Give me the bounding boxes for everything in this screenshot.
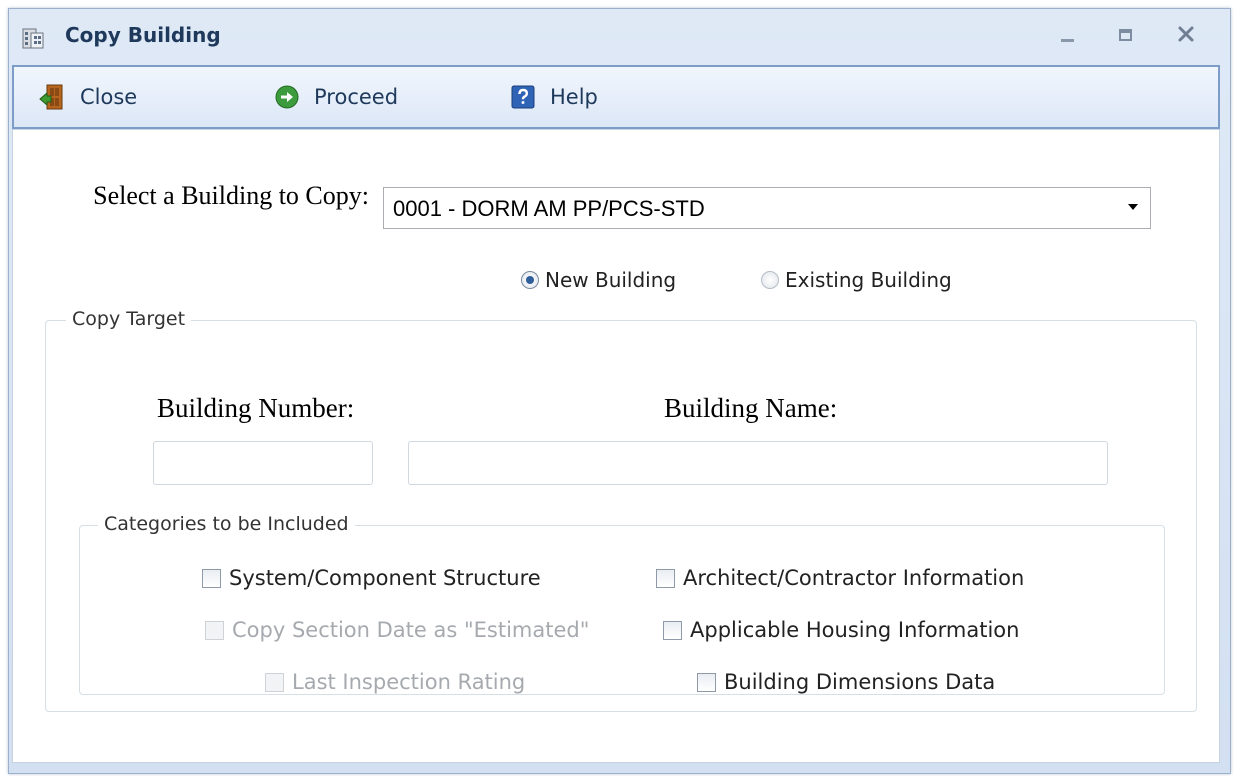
checkbox-copy-section-date-estimated: Copy Section Date as "Estimated"	[205, 616, 589, 644]
close-window-button[interactable]	[1171, 21, 1201, 49]
close-button-label: Close	[80, 85, 138, 109]
dropdown-arrow-icon	[1128, 204, 1138, 210]
toolbar: Close Proceed Help	[12, 65, 1220, 129]
radio-new-building-label: New Building	[545, 268, 677, 292]
close-icon	[1178, 26, 1194, 42]
radio-new-building[interactable]: New Building	[521, 266, 676, 294]
exit-door-icon	[39, 84, 63, 110]
checkbox-label: System/Component Structure	[229, 566, 541, 590]
minimize-icon	[1061, 39, 1074, 42]
checkbox-label: Applicable Housing Information	[690, 618, 1020, 642]
proceed-button-label: Proceed	[314, 85, 399, 109]
window-title: Copy Building	[65, 23, 221, 47]
help-button-label: Help	[550, 85, 598, 109]
building-number-input[interactable]	[153, 441, 373, 485]
checkbox-applicable-housing-information[interactable]: Applicable Housing Information	[663, 616, 1019, 644]
checkbox-label: Last Inspection Rating	[292, 670, 526, 694]
checkbox-last-inspection-rating: Last Inspection Rating	[265, 668, 525, 696]
help-button[interactable]: Help	[510, 67, 598, 127]
checkbox-label: Architect/Contractor Information	[683, 566, 1025, 590]
help-icon	[511, 85, 535, 109]
checkbox-building-dimensions-data[interactable]: Building Dimensions Data	[697, 668, 995, 696]
copy-target-group: Copy Target Building Number: Building Na…	[45, 308, 1197, 712]
proceed-button[interactable]: Proceed	[274, 67, 398, 127]
checkbox-label: Building Dimensions Data	[724, 670, 996, 694]
radio-existing-building-label: Existing Building	[785, 268, 952, 292]
arrow-right-circle-icon	[275, 85, 299, 109]
radio-checked-icon[interactable]	[521, 271, 539, 289]
checkbox-icon[interactable]	[663, 620, 682, 640]
categories-legend: Categories to be Included	[98, 513, 355, 535]
title-bar[interactable]: Copy Building	[9, 9, 1230, 65]
building-select-dropdown[interactable]: 0001 - DORM AM PP/PCS-STD	[383, 187, 1151, 229]
dialog-content: Select a Building to Copy: 0001 - DORM A…	[12, 129, 1220, 763]
building-name-label: Building Name:	[664, 393, 838, 423]
checkbox-system-component-structure[interactable]: System/Component Structure	[202, 564, 541, 592]
maximize-button[interactable]	[1110, 21, 1140, 49]
select-building-label: Select a Building to Copy:	[93, 181, 369, 210]
checkbox-icon[interactable]	[202, 568, 221, 588]
copy-target-legend: Copy Target	[66, 308, 192, 330]
checkbox-label: Copy Section Date as "Estimated"	[232, 618, 590, 642]
close-button[interactable]: Close	[38, 67, 137, 127]
building-icon	[22, 28, 44, 49]
maximize-icon	[1119, 29, 1132, 41]
building-number-label: Building Number:	[157, 393, 355, 423]
checkbox-icon	[265, 672, 284, 692]
checkbox-icon[interactable]	[656, 568, 675, 588]
categories-group: Categories to be Included System/Compone…	[79, 513, 1165, 696]
radio-existing-building[interactable]: Existing Building	[761, 266, 952, 294]
minimize-button[interactable]	[1053, 21, 1083, 49]
building-name-input[interactable]	[408, 441, 1108, 485]
checkbox-icon[interactable]	[697, 672, 716, 692]
checkbox-architect-contractor-information[interactable]: Architect/Contractor Information	[656, 564, 1024, 592]
selected-building-value: 0001 - DORM AM PP/PCS-STD	[393, 196, 705, 221]
checkbox-icon	[205, 620, 224, 640]
radio-unchecked-icon[interactable]	[761, 271, 779, 289]
copy-building-window: Copy Building Close Proceed Help Select …	[8, 8, 1231, 774]
